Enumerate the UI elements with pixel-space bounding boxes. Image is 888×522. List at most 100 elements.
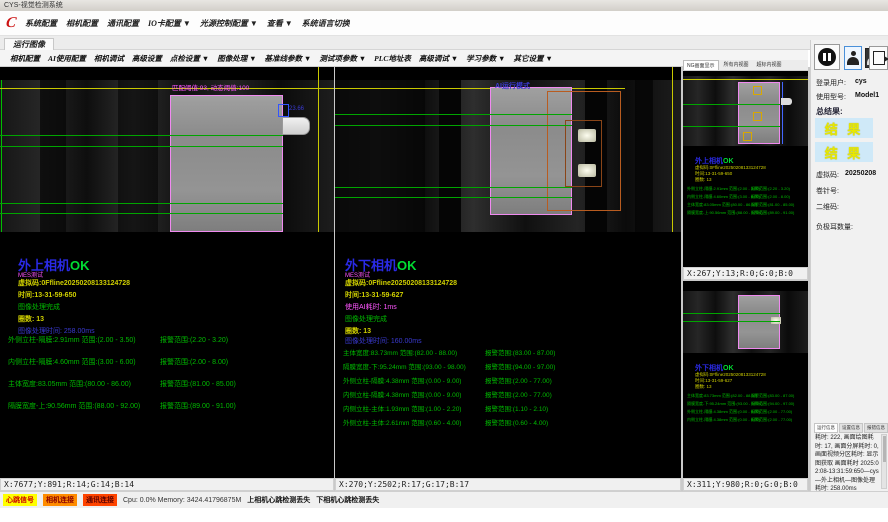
loop-count: 圈数: 13 [345, 326, 371, 336]
menu-view[interactable]: 查看 ▼ [267, 18, 293, 29]
loop-count: 圈数: 13 [695, 177, 712, 183]
thumb-tab-over-limit[interactable]: 超标内视图 [754, 60, 785, 70]
pause-icon [818, 48, 836, 66]
thumbnail-panel-bottom[interactable]: 外下相机OK 虚拟码:0Ffline20250208133124728 时间:1… [683, 281, 808, 478]
pixel-coords-thumb-top: X:267;Y:13;R:0;G:0;B:0 [683, 267, 808, 280]
status-bar: 心跳信号 相机连接 通讯连接 Cpu: 0.0% Memory: 3424.41… [0, 491, 888, 508]
measure-line [335, 187, 572, 188]
menu-io-config[interactable]: IO卡配置 ▼ [148, 18, 191, 29]
menu-camera-config[interactable]: 相机配置 [66, 18, 98, 29]
measure-line [683, 104, 780, 105]
measurement-row: 外侧立柱-隔膜:2.91mm 范围:(2.00 - 3.50) [8, 335, 136, 345]
total-result-label: 总结果: [816, 106, 843, 117]
alarm-range: 报警范围:(2.00 - 77.00) [485, 375, 552, 385]
measurement-row: 主体宽度:83.73mm 范围:(82.00 - 88.00) [687, 393, 757, 399]
measurement-row: 隔膜宽度-下:95.24mm 范围:(93.00 - 98.00) [343, 361, 466, 371]
reference-line-horizontal [683, 79, 808, 80]
menu-bar: C 系统配置 相机配置 通讯配置 IO卡配置 ▼ 光源控制配置 ▼ 查看 ▼ 系… [0, 11, 888, 36]
measurement-row: 主体宽度:83.05mm 范围:(80.00 - 86.00) [687, 202, 757, 208]
roi-marker [743, 132, 752, 141]
tool-baseline-params[interactable]: 基准线参数 ▼ [265, 53, 312, 64]
menu-system-config[interactable]: 系统配置 [25, 18, 57, 29]
tool-plc-address-table[interactable]: PLC地址表 [374, 53, 411, 64]
pixel-coords-thumb-bottom: X:311;Y:980;R:0;G:0;B:0 [683, 478, 808, 491]
virtual-code: 虚拟码:0Ffline20250208133124728 [18, 278, 130, 288]
tool-other-settings[interactable]: 其它设置 ▼ [513, 53, 552, 64]
result-indicator-lower: 结 果 [815, 142, 873, 162]
camera-name: 外下相机 [695, 365, 723, 372]
measure-line [335, 197, 572, 198]
virtual-code-value: 20250208 [845, 170, 876, 177]
ai-time-label: 使用AI耗时: 1ms [345, 302, 397, 312]
edge-line [782, 82, 783, 144]
alarm-range: 报警范围:(2.00 - 8.00) [751, 194, 790, 200]
tool-test-params[interactable]: 测试项参数 ▼ [319, 53, 366, 64]
machine-shadow [635, 80, 653, 232]
measure-line [0, 146, 283, 147]
thumb-tab-ng-display[interactable]: NG画面显示 [683, 60, 719, 70]
scrollbar-thumb[interactable] [883, 436, 886, 462]
tool-camera-debug[interactable]: 相机调试 [94, 53, 124, 64]
log-scrollbar[interactable] [881, 434, 887, 489]
negative-tab-count-label: 负极耳数量: [816, 222, 853, 232]
cpu-memory-readout: Cpu: 0.0% Memory: 3424.41796875M [123, 497, 241, 504]
camera-canvas-upper[interactable]: 23.66 匹配阈值:93, 动态阈值:100 外上相机OK MES测试 虚拟码… [0, 67, 334, 478]
alarm-range: 报警范围:(94.00 - 97.00) [485, 361, 555, 371]
tool-learning-params[interactable]: 学习参数 ▼ [466, 53, 505, 64]
tool-ai-use-config[interactable]: AI使用配置 [48, 53, 86, 64]
machine-shadow [335, 80, 425, 232]
alarm-range: 报警范围:(94.00 - 97.00) [751, 401, 794, 407]
alarm-range: 报警范围:(2.00 - 77.00) [751, 409, 792, 415]
tool-advanced-debug[interactable]: 高级调试 ▼ [419, 53, 458, 64]
window-titlebar: CYS-视觉检测系统 [0, 0, 888, 11]
measure-line [335, 125, 572, 126]
needle-number-label: 卷针号: [816, 186, 839, 196]
pixel-coords-upper: X:7677;Y:891;R:14;G:14;B:14 [0, 478, 334, 491]
run-log-text: 耗时: 222, 画面绘图耗时: 17, 画面分屏耗时: 0, 画面视频分区耗时… [815, 434, 879, 494]
reference-line-horizontal [335, 88, 625, 89]
alarm-range: 报警范围:(2.00 - 77.00) [751, 417, 792, 423]
thumbnail-panel-top[interactable]: NG画面显示 所有内视图 超标内视图 外上相机OK 虚拟码:0Ffline202… [683, 60, 808, 280]
measurement-row: 外侧立柱-隔膜:4.38mm 范围:(0.00 - 9.00) [687, 409, 760, 415]
tool-advanced-settings[interactable]: 高级设置 [132, 53, 162, 64]
tab-connector [781, 98, 792, 105]
info-tab-run[interactable]: 运行信息 [814, 423, 838, 433]
measurement-row: 主体宽度:83.73mm 范围:(82.00 - 88.00) [343, 347, 457, 357]
tool-spot-check[interactable]: 点检设置 ▼ [170, 53, 209, 64]
app-logo-icon: C [5, 15, 17, 32]
info-tab-bar: 运行信息 设置信息 报错信息 [814, 423, 888, 433]
result-ok: OK [723, 158, 734, 165]
tool-image-processing[interactable]: 图像处理 ▼ [217, 53, 256, 64]
lower-camera-heartbeat-message: 下相机心跳检测丢失 [316, 495, 379, 505]
ai-mode-label: AI运行模式 [495, 81, 530, 91]
result-indicator-upper: 结 果 [815, 118, 873, 138]
measure-line [683, 313, 780, 314]
virtual-code-label: 虚拟码: [816, 170, 839, 180]
qrcode-label: 二维码: [816, 202, 839, 212]
page-tab-row: 运行图像 [0, 36, 888, 50]
camera-canvas-lower[interactable]: AI运行模式 外下相机OK MES测试 虚拟码:0Ffline202502081… [335, 67, 681, 478]
menu-comm-config[interactable]: 通讯配置 [107, 18, 139, 29]
pause-button[interactable] [814, 44, 840, 70]
info-tab-errors[interactable]: 报错信息 [864, 423, 888, 433]
tool-camera-config[interactable]: 相机配置 [10, 53, 40, 64]
camera-connection-badge: 相机连接 [43, 494, 77, 506]
measurement-row: 外侧立柱-隔膜:4.38mm 范围:(0.00 - 9.00) [343, 375, 461, 385]
menu-language-switch[interactable]: 系统语言切换 [302, 18, 350, 29]
machine-shadow [118, 80, 158, 232]
reference-line-vertical [672, 67, 673, 232]
info-tab-settings[interactable]: 设置信息 [839, 423, 863, 433]
measure-line [0, 135, 283, 136]
user-login-button[interactable] [844, 46, 862, 70]
window-title: CYS-视觉检测系统 [4, 2, 63, 9]
menu-light-config[interactable]: 光源控制配置 ▼ [200, 18, 258, 29]
measurement-row: 内侧立柱-主体:1.93mm 范围:(1.00 - 2.20) [343, 403, 461, 413]
roi-marker [753, 86, 762, 95]
alarm-range: 报警范围:(81.00 - 85.00) [751, 202, 794, 208]
measurement-row: 内侧立柱-隔膜:4.60mm 范围:(3.00 - 6.00) [687, 194, 760, 200]
exit-door-icon [873, 51, 885, 65]
exit-button[interactable] [869, 46, 888, 70]
sidebar: 登录用户: cys 使用型号: Model1 总结果: 结 果 结 果 虚拟码:… [810, 40, 888, 491]
tab-highlight [578, 129, 596, 142]
thumb-tab-all-views[interactable]: 所有内视图 [721, 60, 752, 70]
